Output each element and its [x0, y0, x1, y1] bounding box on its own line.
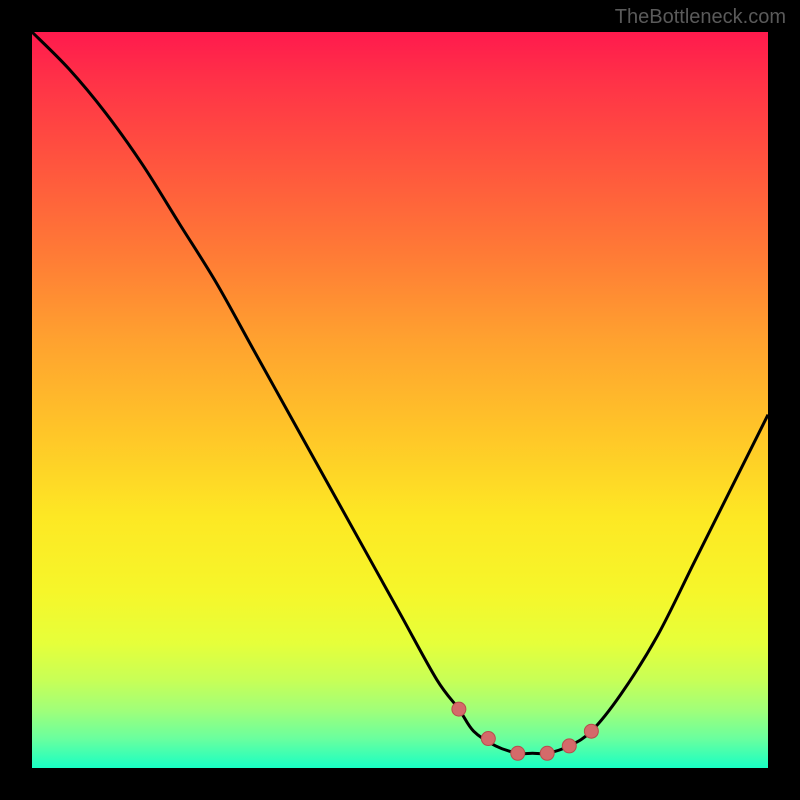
curve-svg — [32, 32, 768, 768]
data-marker — [584, 724, 598, 738]
data-marker — [452, 702, 466, 716]
watermark-text: TheBottleneck.com — [615, 6, 786, 29]
bottleneck-curve — [32, 32, 768, 754]
data-marker — [540, 746, 554, 760]
data-marker — [562, 739, 576, 753]
data-marker — [511, 746, 525, 760]
gradient-plot-area — [32, 32, 768, 768]
data-marker — [481, 732, 495, 746]
